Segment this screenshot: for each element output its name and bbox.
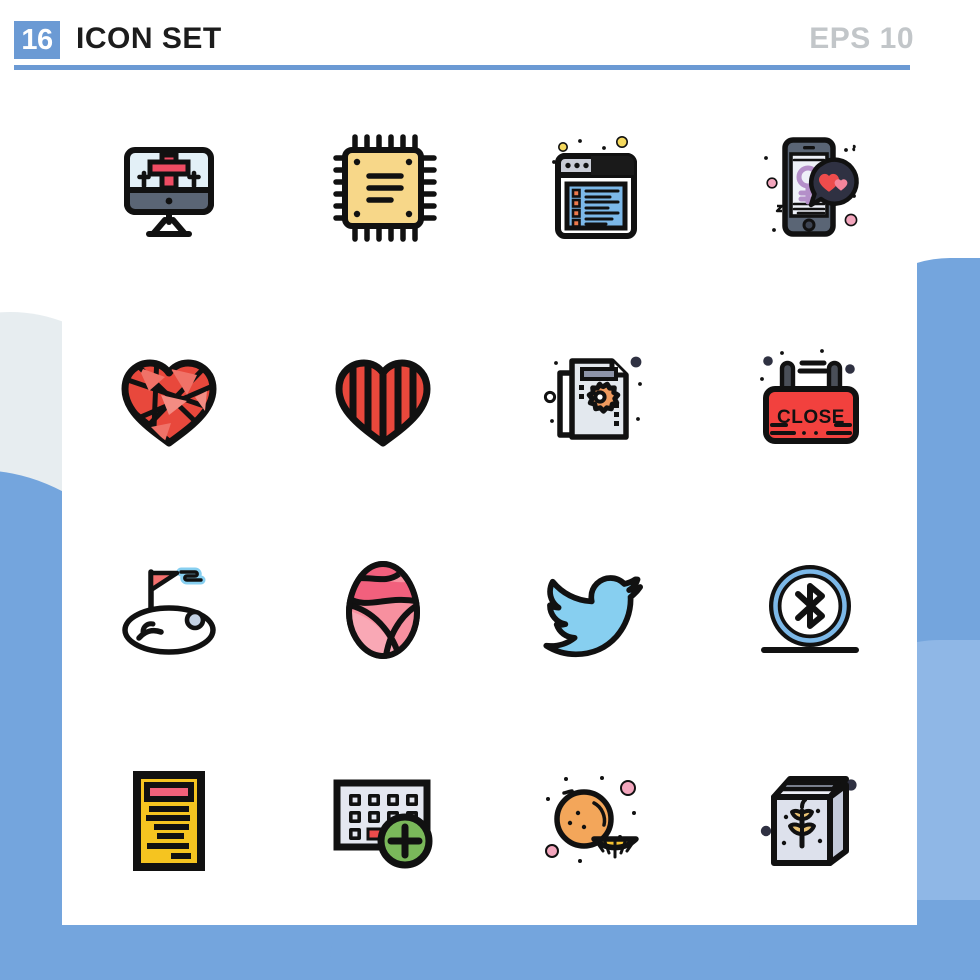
easter-egg-icon bbox=[345, 561, 420, 660]
monitor-cross-icon bbox=[123, 146, 214, 237]
icon-cell-orange-fruit[interactable] bbox=[490, 716, 704, 927]
browser-list-icon bbox=[552, 135, 638, 239]
icon-cell-browser-list[interactable] bbox=[490, 82, 704, 293]
yellow-document-icon bbox=[132, 771, 205, 872]
microchip-icon bbox=[332, 133, 437, 242]
page-header: 16 ICON SET EPS 10 bbox=[0, 0, 980, 64]
icon-set-page: 16 ICON SET EPS 10 CLOSE bbox=[0, 0, 980, 980]
striped-heart-icon bbox=[335, 359, 431, 447]
close-sign-icon: CLOSE bbox=[760, 348, 860, 444]
icon-grid: CLOSE bbox=[62, 82, 917, 927]
grain-carton-icon bbox=[760, 776, 857, 867]
page-title: ICON SET bbox=[76, 22, 222, 55]
icon-cell-golf-course[interactable] bbox=[62, 505, 276, 716]
icon-cell-geometric-heart[interactable] bbox=[62, 293, 276, 504]
icon-cell-grain-carton[interactable] bbox=[703, 716, 917, 927]
icon-cell-microchip[interactable] bbox=[276, 82, 490, 293]
header-divider bbox=[14, 65, 910, 70]
dating-app-phone-icon bbox=[764, 136, 859, 237]
icon-cell-close-sign[interactable]: CLOSE bbox=[703, 293, 917, 504]
icon-cell-yellow-document[interactable] bbox=[62, 716, 276, 927]
twitter-bird-icon bbox=[543, 575, 644, 658]
icon-cell-twitter-bird[interactable] bbox=[490, 505, 704, 716]
add-calendar-icon bbox=[333, 779, 433, 869]
golf-course-icon bbox=[122, 567, 216, 655]
icon-cell-document-settings[interactable] bbox=[490, 293, 704, 504]
icon-cell-dating-app[interactable] bbox=[703, 82, 917, 293]
geometric-heart-icon bbox=[121, 359, 217, 447]
orange-fruit-icon bbox=[545, 776, 640, 864]
icon-cell-bluetooth[interactable] bbox=[703, 505, 917, 716]
format-label: EPS 10 bbox=[809, 22, 914, 55]
icon-count-badge: 16 bbox=[14, 21, 60, 59]
bluetooth-icon bbox=[761, 565, 860, 654]
icon-cell-striped-heart[interactable] bbox=[276, 293, 490, 504]
icon-cell-add-calendar[interactable] bbox=[276, 716, 490, 927]
icon-cell-easter-egg[interactable] bbox=[276, 505, 490, 716]
document-settings-icon bbox=[544, 356, 643, 440]
icon-cell-monitor-cross[interactable] bbox=[62, 82, 276, 293]
